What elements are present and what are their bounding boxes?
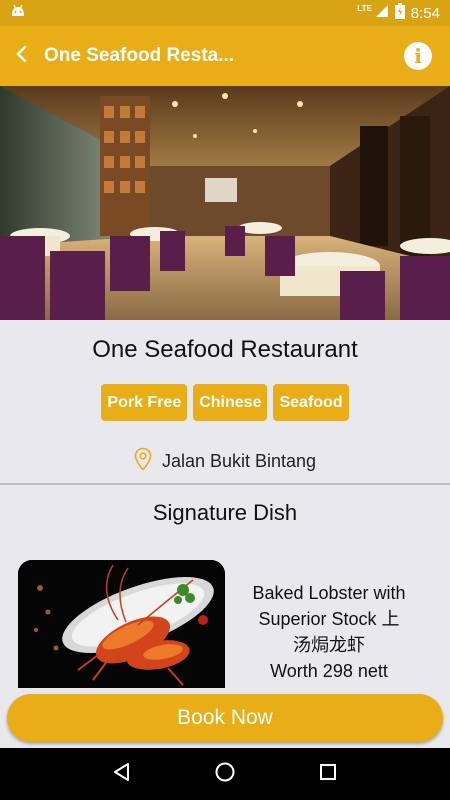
tag-chinese[interactable]: Chinese [193,384,268,421]
app-bar: One Seafood Resta... i [0,26,450,86]
info-button[interactable]: i [404,42,432,70]
recents-square-icon [318,762,338,787]
arrow-back-icon [14,45,30,68]
status-left [10,4,26,23]
dish-name-line-2: Superior Stock 上 [258,609,400,629]
divider [0,483,450,485]
page-title: One Seafood Resta... [44,45,235,66]
android-icon [10,4,26,23]
nav-recents-button[interactable] [308,754,348,794]
nav-home-button[interactable] [205,754,245,794]
signal-icon [375,4,389,22]
battery-icon [394,3,405,23]
tag-seafood[interactable]: Seafood [273,384,349,421]
tag-pork-free[interactable]: Pork Free [101,384,188,421]
system-nav-bar [0,748,450,800]
back-triangle-icon [112,762,132,787]
dish-name-line-1: Baked Lobster with [252,583,406,603]
location-text: Jalan Bukit Bintang [161,451,317,471]
status-right: LTE 8:54 [357,3,440,23]
location[interactable]: Jalan Bukit Bintang [0,447,450,476]
signature-dish-photo [18,560,225,688]
network-type: LTE [357,4,372,13]
info-icon: i [414,44,422,68]
dish-price: Worth 298 nett [270,661,388,681]
clock: 8:54 [410,4,440,22]
restaurant-photo [0,86,450,320]
map-pin-icon [134,447,152,476]
signature-dish-heading: Signature Dish [152,500,298,525]
signature-dish-details: Baked Lobster with Superior Stock 上 汤焗龙虾… [236,580,422,684]
nav-back-button[interactable] [102,754,142,794]
tag-list: Pork Free Chinese Seafood [0,384,450,421]
book-now-button[interactable]: Book Now [7,694,443,742]
home-circle-icon [214,761,236,788]
restaurant-name: One Seafood Restaurant [92,336,358,363]
back-button[interactable] [2,26,42,86]
dish-name-line-3: 汤焗龙虾 [293,635,365,655]
status-bar: LTE 8:54 [0,0,450,26]
